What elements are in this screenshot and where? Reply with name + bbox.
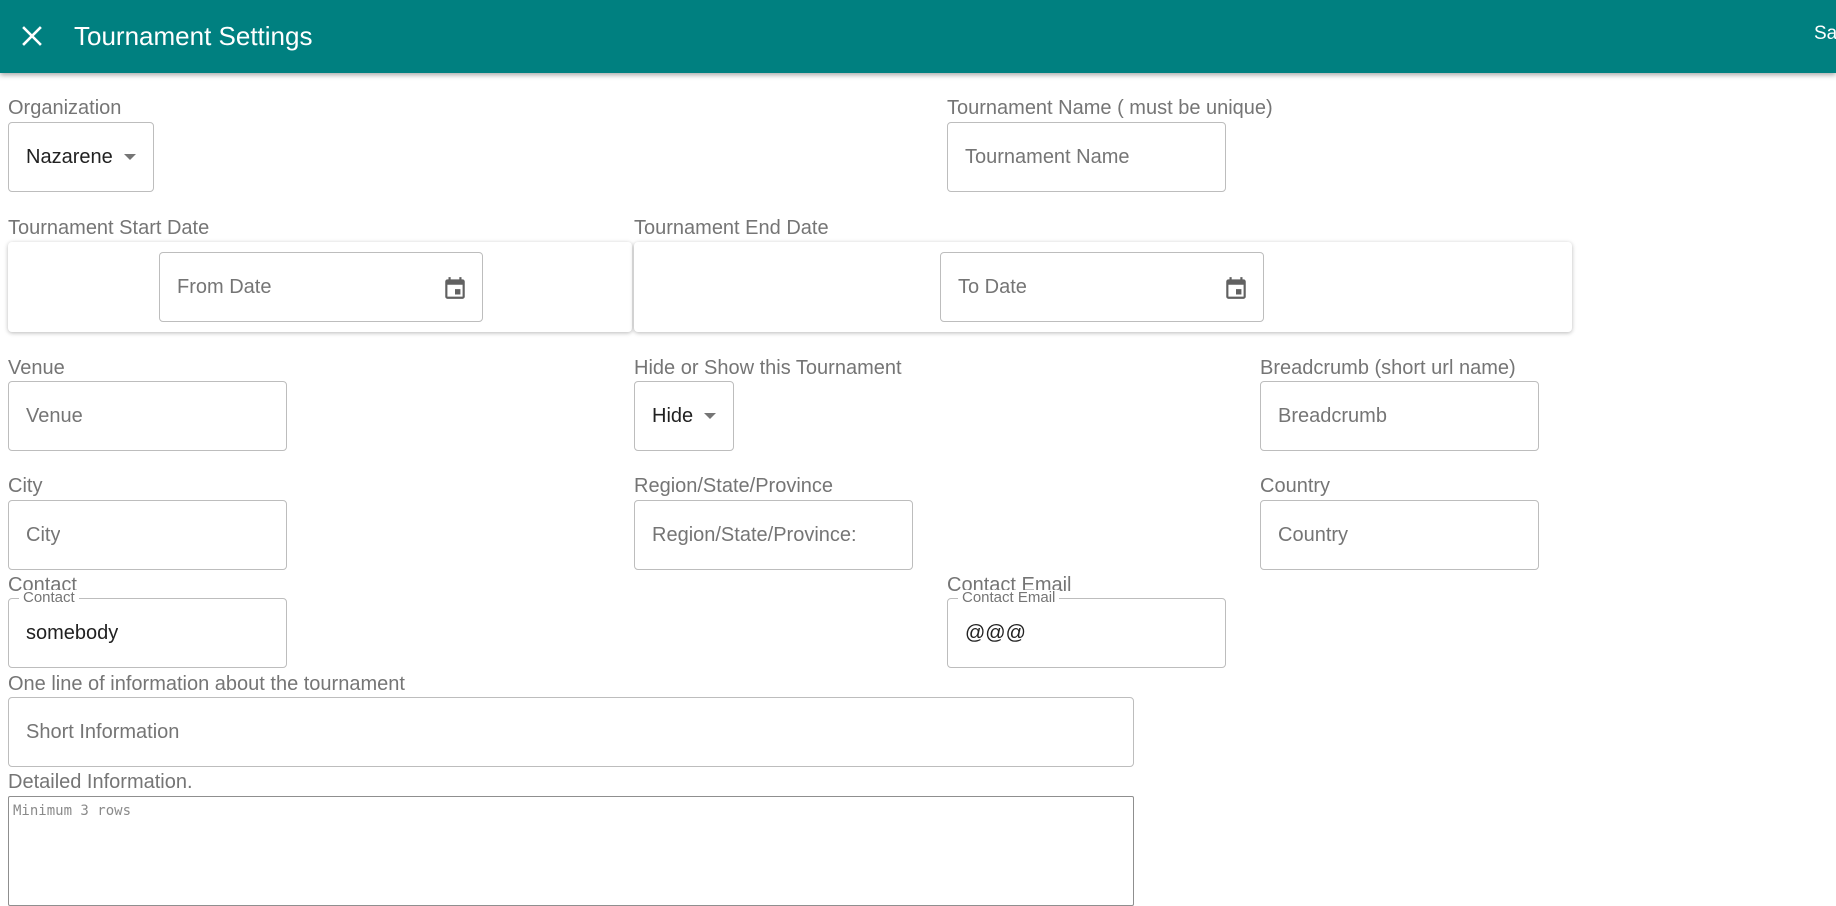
- visibility-value: Hide: [652, 404, 694, 427]
- visibility-label: Hide or Show this Tournament: [634, 357, 902, 379]
- short-info-label: One line of information about the tourna…: [8, 673, 405, 695]
- tournament-name-label: Tournament Name ( must be unique): [947, 97, 1273, 119]
- detailed-info-placeholder: Minimum 3 rows: [13, 803, 132, 819]
- organization-value: Nazarene: [26, 145, 113, 168]
- calendar-icon[interactable]: [442, 275, 468, 301]
- contact-value: somebody: [26, 621, 119, 644]
- detailed-info-textarea[interactable]: Minimum 3 rows: [8, 796, 1134, 906]
- contact-legend: Contact: [19, 590, 79, 606]
- organization-label: Organization: [8, 97, 122, 119]
- to-date-placeholder: To Date: [958, 275, 1027, 298]
- city-placeholder: City: [26, 523, 61, 546]
- contact-email-input[interactable]: Contact Email @@@: [947, 590, 1226, 668]
- country-placeholder: Country: [1278, 523, 1349, 546]
- region-placeholder: Region/State/Province:: [652, 523, 857, 546]
- start-date-label: Tournament Start Date: [8, 217, 210, 239]
- contact-email-value: @@@: [965, 621, 1026, 644]
- detailed-info-label: Detailed Information.: [8, 771, 193, 793]
- dropdown-arrow-icon: [704, 413, 717, 419]
- calendar-icon[interactable]: [1223, 275, 1249, 301]
- region-label: Region/State/Province: [634, 475, 834, 497]
- region-input[interactable]: Region/State/Province:: [634, 500, 913, 570]
- tournament-name-placeholder: Tournament Name: [965, 145, 1130, 168]
- city-label: City: [8, 475, 43, 497]
- venue-label: Venue: [8, 357, 65, 379]
- tournament-name-input[interactable]: Tournament Name: [947, 122, 1226, 192]
- country-label: Country: [1260, 475, 1331, 497]
- end-date-label: Tournament End Date: [634, 217, 829, 239]
- organization-select[interactable]: Nazarene: [8, 122, 154, 192]
- save-button[interactable]: Save: [1814, 22, 1836, 46]
- breadcrumb-input[interactable]: Breadcrumb: [1260, 381, 1539, 451]
- page-title: Tournament Settings: [74, 21, 313, 51]
- contact-input[interactable]: Contact somebody: [8, 590, 287, 668]
- app-toolbar: Tournament Settings Save: [0, 0, 1836, 73]
- contact-email-legend: Contact Email: [958, 590, 1060, 606]
- breadcrumb-placeholder: Breadcrumb: [1278, 404, 1387, 427]
- city-input[interactable]: City: [8, 500, 287, 570]
- venue-placeholder: Venue: [26, 404, 83, 427]
- close-icon: [22, 26, 42, 46]
- close-button[interactable]: [12, 16, 52, 56]
- short-info-placeholder: Short Information: [26, 720, 180, 743]
- start-date-card: From Date: [8, 242, 632, 332]
- venue-input[interactable]: Venue: [8, 381, 287, 451]
- end-date-card: To Date: [634, 242, 1572, 332]
- country-input[interactable]: Country: [1260, 500, 1539, 570]
- from-date-input[interactable]: From Date: [159, 252, 483, 322]
- dropdown-arrow-icon: [123, 154, 136, 160]
- short-info-input[interactable]: Short Information: [8, 697, 1134, 767]
- breadcrumb-label: Breadcrumb (short url name): [1260, 357, 1516, 379]
- to-date-input[interactable]: To Date: [940, 252, 1264, 322]
- from-date-placeholder: From Date: [177, 275, 272, 298]
- visibility-select[interactable]: Hide: [634, 381, 734, 451]
